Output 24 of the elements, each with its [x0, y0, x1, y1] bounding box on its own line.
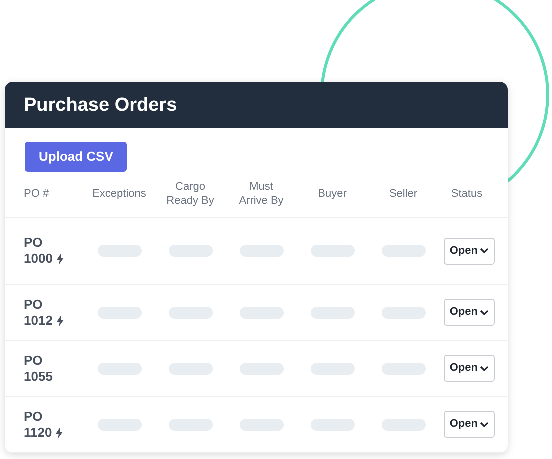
upload-button[interactable]: Upload CSV [25, 142, 128, 172]
po-number: PO 1055 [24, 352, 54, 384]
chevron-icon [480, 366, 489, 372]
po-number: PO 1120 [24, 408, 84, 440]
status-dropdown[interactable]: Open [444, 299, 495, 326]
column-header: PO # [24, 188, 50, 202]
chevron-icon [480, 422, 489, 428]
lightning-icon [56, 428, 64, 439]
status-dropdown[interactable]: Open [444, 355, 495, 382]
card-title: Purchase Orders [5, 82, 508, 128]
column-header: Buyer [318, 188, 347, 202]
column-header: Status [451, 188, 483, 202]
lightning-icon [56, 316, 64, 327]
column-header: Exceptions [92, 188, 146, 202]
column-header: Cargo Ready By [166, 181, 216, 208]
lightning-icon [56, 254, 64, 266]
chevron-icon [480, 248, 489, 254]
status-dropdown[interactable]: Open [444, 411, 495, 438]
po-number: PO 1000 [24, 235, 84, 267]
column-header: Must Arrive By [238, 181, 285, 208]
status-dropdown[interactable]: Open [444, 238, 495, 264]
column-header: Seller [389, 188, 418, 202]
chevron-icon [480, 310, 489, 316]
po-number: PO 1012 [24, 296, 84, 328]
